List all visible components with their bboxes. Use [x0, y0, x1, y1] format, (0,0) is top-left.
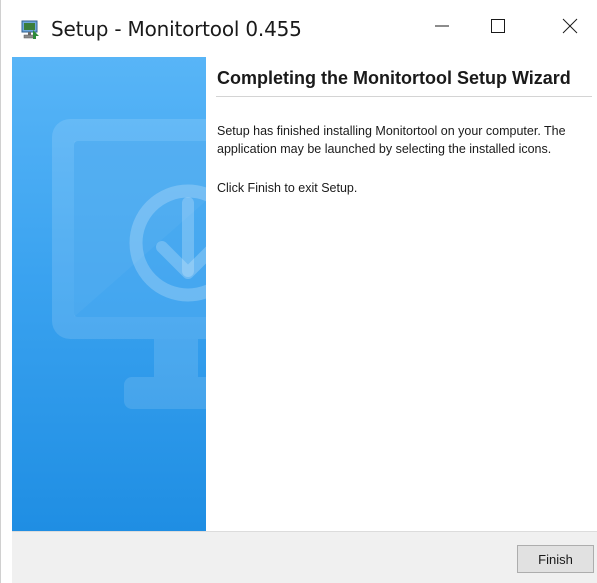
window-title: Setup - Monitortool 0.455	[51, 17, 302, 41]
maximize-button[interactable]	[470, 0, 526, 56]
wizard-banner	[12, 57, 206, 531]
maximize-icon	[490, 18, 506, 39]
monitor-download-icon	[12, 119, 206, 531]
setup-window: Setup - Monitortool 0.455 Completing the…	[0, 0, 597, 583]
footer-bar	[12, 532, 597, 583]
minimize-icon	[434, 18, 450, 39]
finished-message: Setup has finished installing Monitortoo…	[217, 124, 566, 156]
page-title: Completing the Monitortool Setup Wizard	[217, 68, 571, 88]
close-button[interactable]	[542, 0, 597, 56]
heading-divider	[216, 96, 592, 97]
exit-instructions: Click Finish to exit Setup.	[217, 181, 358, 195]
title-bar[interactable]: Setup - Monitortool 0.455	[1, 0, 597, 56]
close-icon	[562, 18, 578, 39]
wizard-content: Completing the Monitortool Setup Wizard …	[206, 57, 597, 531]
minimize-button[interactable]	[414, 0, 470, 56]
finish-button[interactable]: Finish	[517, 545, 594, 573]
installer-icon	[21, 20, 41, 40]
